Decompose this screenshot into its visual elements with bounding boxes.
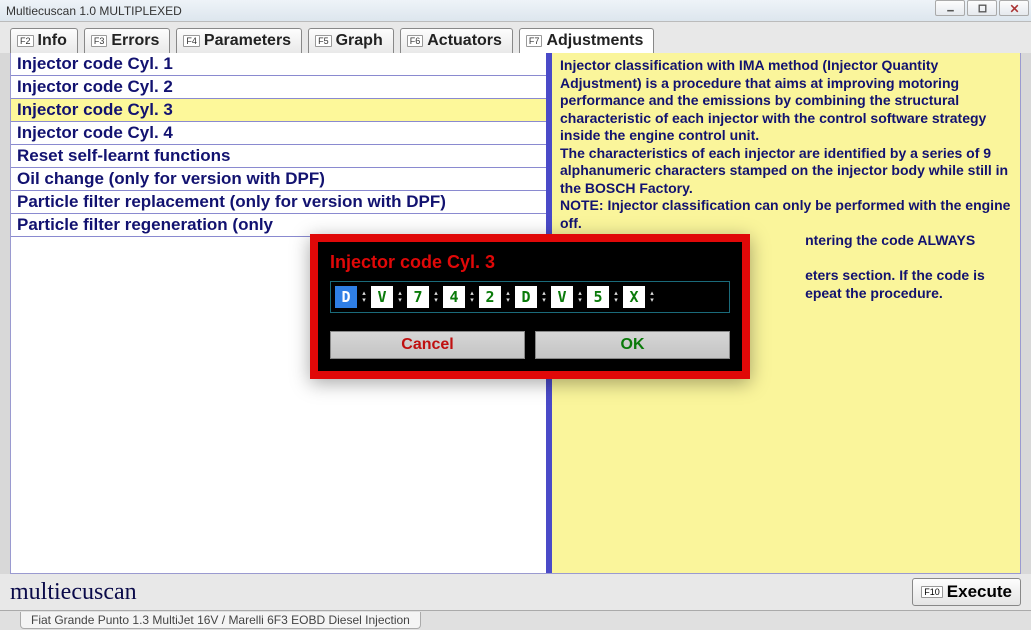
close-button[interactable] — [999, 0, 1029, 16]
tab-label: Adjustments — [546, 32, 643, 50]
fkey-badge: F5 — [315, 35, 332, 47]
status-strip: Fiat Grande Punto 1.3 MultiJet 16V / Mar… — [0, 610, 1031, 630]
window-buttons — [935, 0, 1029, 16]
tab-label: Actuators — [427, 32, 502, 50]
code-spinner[interactable] — [610, 286, 622, 308]
code-spinner[interactable] — [394, 286, 406, 308]
tab-actuators[interactable]: F6Actuators — [400, 28, 513, 53]
code-spinner[interactable] — [574, 286, 586, 308]
execute-label: Execute — [947, 582, 1012, 602]
fkey-badge: F2 — [17, 35, 34, 47]
code-spinner[interactable] — [502, 286, 514, 308]
fkey-badge: F3 — [91, 35, 108, 47]
list-item[interactable]: Reset self-learnt functions — [11, 145, 546, 168]
list-item[interactable]: Injector code Cyl. 1 — [11, 53, 546, 76]
tab-label: Parameters — [204, 32, 291, 50]
list-item[interactable]: Injector code Cyl. 3 — [11, 99, 546, 122]
tab-label: Errors — [111, 32, 159, 50]
code-spinner[interactable] — [466, 286, 478, 308]
maximize-button[interactable] — [967, 0, 997, 16]
tab-bar: F2 Info F3Errors F4 Parameters F5 Graph F6Actua… — [0, 22, 1031, 53]
dialog-title: Injector code Cyl. 3 — [330, 252, 730, 273]
code-digit[interactable]: D — [515, 286, 537, 308]
code-digit[interactable]: D — [335, 286, 357, 308]
ok-button[interactable]: OK — [535, 331, 730, 359]
injector-code-dialog: Injector code Cyl. 3 DV742DV5X Cancel OK — [310, 234, 750, 379]
code-digit[interactable]: 5 — [587, 286, 609, 308]
code-spinner[interactable] — [430, 286, 442, 308]
cancel-button[interactable]: Cancel — [330, 331, 525, 359]
status-vehicle: Fiat Grande Punto 1.3 MultiJet 16V / Mar… — [20, 612, 421, 629]
list-item[interactable]: Oil change (only for version with DPF) — [11, 168, 546, 191]
tab-graph[interactable]: F5 Graph — [308, 28, 394, 53]
code-digit[interactable]: V — [551, 286, 573, 308]
list-item[interactable]: Injector code Cyl. 4 — [11, 122, 546, 145]
execute-button[interactable]: F10 Execute — [912, 578, 1021, 606]
code-digit[interactable]: 4 — [443, 286, 465, 308]
minimize-button[interactable] — [935, 0, 965, 16]
code-spinner[interactable] — [538, 286, 550, 308]
code-digit[interactable]: 7 — [407, 286, 429, 308]
tab-info[interactable]: F2 Info — [10, 28, 78, 53]
brand-logo: multiecuscan — [10, 579, 137, 606]
list-item[interactable]: Particle filter replacement (only for ve… — [11, 191, 546, 214]
tab-parameters[interactable]: F4 Parameters — [176, 28, 302, 53]
footer-bar: multiecuscan F10 Execute — [0, 574, 1031, 610]
code-digit[interactable]: V — [371, 286, 393, 308]
code-spinner[interactable] — [646, 286, 658, 308]
tab-label: Info — [38, 32, 67, 50]
tab-label: Graph — [336, 32, 383, 50]
title-bar: Multiecuscan 1.0 MULTIPLEXED — [0, 0, 1031, 22]
fkey-badge: F7 — [526, 35, 543, 47]
code-spinner[interactable] — [358, 286, 370, 308]
list-item[interactable]: Injector code Cyl. 2 — [11, 76, 546, 99]
code-digit[interactable]: X — [623, 286, 645, 308]
tab-adjustments[interactable]: F7Adjustments — [519, 28, 654, 53]
tab-errors[interactable]: F3Errors — [84, 28, 171, 53]
fkey-badge: F6 — [407, 35, 424, 47]
code-digit[interactable]: 2 — [479, 286, 501, 308]
fkey-badge: F10 — [921, 586, 943, 598]
code-input-row: DV742DV5X — [330, 281, 730, 313]
dialog-buttons: Cancel OK — [330, 331, 730, 359]
fkey-badge: F4 — [183, 35, 200, 47]
window-title: Multiecuscan 1.0 MULTIPLEXED — [6, 4, 182, 18]
